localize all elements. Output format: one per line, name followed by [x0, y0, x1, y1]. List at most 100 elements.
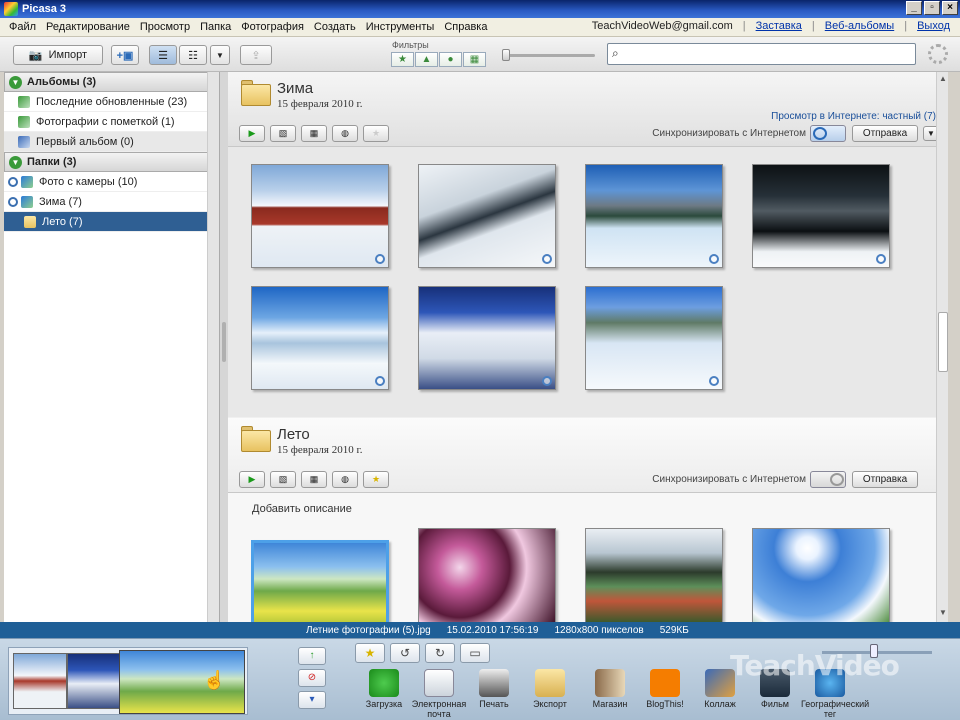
menu-help[interactable]: Справка — [439, 21, 492, 33]
movie-button[interactable]: ▦ — [301, 125, 327, 142]
shop-icon — [595, 669, 625, 697]
filter-slider-track[interactable] — [505, 54, 595, 57]
geotag-button[interactable]: ◍ — [332, 125, 358, 142]
filter-starred-button[interactable]: ★ — [391, 52, 414, 67]
album-label: Первый альбом (0) — [36, 135, 134, 148]
album-title[interactable]: Зима — [277, 80, 313, 97]
photo-thumbnail[interactable] — [418, 286, 556, 390]
email-action[interactable]: Электронная почта — [410, 669, 468, 719]
collage-button[interactable]: ▧ — [270, 125, 296, 142]
photo-thumbnail[interactable] — [585, 528, 723, 622]
menu-create[interactable]: Создать — [309, 21, 361, 33]
search-input[interactable]: ⌕ — [607, 43, 916, 65]
menu-picture[interactable]: Фотография — [236, 21, 309, 33]
tray-photo-thumbnail[interactable] — [67, 653, 121, 709]
menu-separator: | — [811, 20, 815, 32]
tray-photo-thumbnail-hovered[interactable] — [119, 650, 245, 714]
filter-movies-button[interactable]: ▦ — [463, 52, 486, 67]
photo-thumbnail[interactable] — [251, 164, 389, 268]
photo-thumbnail[interactable] — [418, 528, 556, 622]
people-button[interactable]: ⇪ — [240, 45, 272, 65]
movie-button[interactable]: ▦ — [301, 471, 327, 488]
photo-thumbnail[interactable] — [585, 164, 723, 268]
add-to-album-tray-button[interactable]: ▾ — [298, 691, 326, 709]
web-albums-link[interactable]: Веб-альбомы — [825, 20, 894, 32]
list-view-button[interactable]: ☰ — [149, 45, 177, 65]
edit-buttons: ★ ↺ ↻ ▭ — [355, 643, 490, 663]
print-action[interactable]: Печать — [465, 669, 523, 709]
blogthis-action[interactable]: BlogThis! — [636, 669, 694, 709]
add-description-field[interactable]: Добавить описание — [252, 503, 352, 515]
panel-splitter[interactable] — [220, 72, 228, 622]
filter-faces-button[interactable]: ● — [439, 52, 462, 67]
photo-thumbnail[interactable] — [752, 164, 890, 268]
add-to-album-button[interactable]: +▣ — [111, 45, 139, 65]
export-action[interactable]: Экспорт — [521, 669, 579, 709]
folder-winter[interactable]: Зима (7) — [4, 192, 219, 212]
shop-action[interactable]: Магазин — [581, 669, 639, 709]
menu-folder[interactable]: Папка — [195, 21, 236, 33]
detail-view-button[interactable]: ☷ — [179, 45, 207, 65]
clear-button[interactable]: ⊘ — [298, 669, 326, 687]
share-button[interactable]: Отправка — [852, 125, 918, 142]
view-online-link[interactable]: Просмотр в Интернете: частный (7) — [771, 111, 936, 122]
menu-edit[interactable]: Редактирование — [41, 21, 135, 33]
sync-badge-icon — [542, 376, 552, 386]
folder-icon — [241, 80, 271, 106]
photo-thumbnail-selected[interactable] — [251, 540, 389, 622]
zoom-slider-thumb[interactable] — [870, 644, 878, 658]
menu-separator: | — [904, 20, 908, 32]
scrollbar-thumb[interactable] — [938, 312, 948, 372]
view-dropdown-button[interactable]: ▼ — [210, 45, 230, 65]
share-button[interactable]: Отправка — [852, 471, 918, 488]
library-scrollbar[interactable] — [207, 72, 219, 622]
collage-label: Коллаж — [704, 699, 736, 709]
photo-thumbnail[interactable] — [251, 286, 389, 390]
photo-thumbnail[interactable] — [585, 286, 723, 390]
slideshow-play-button[interactable]: ▶ — [239, 471, 265, 488]
menu-file[interactable]: Файл — [4, 21, 41, 33]
folder-camera-photos[interactable]: Фото с камеры (10) — [4, 172, 219, 192]
albums-header-label: Альбомы (3) — [27, 76, 97, 88]
collapse-icon: ▼ — [9, 75, 22, 89]
album-title[interactable]: Лето — [277, 426, 310, 443]
album-recent-updates[interactable]: Последние обновленные (23) — [4, 92, 219, 112]
geotag-button[interactable]: ◍ — [332, 471, 358, 488]
star-photo-button[interactable]: ★ — [355, 643, 385, 663]
albums-section-header[interactable]: ▼ Альбомы (3) — [4, 72, 219, 92]
collage-button[interactable]: ▧ — [270, 471, 296, 488]
sync-toggle[interactable] — [810, 125, 846, 142]
tray-photo-thumbnail[interactable] — [13, 653, 67, 709]
menu-view[interactable]: Просмотр — [135, 21, 195, 33]
menu-tools[interactable]: Инструменты — [361, 21, 440, 33]
splitter-grip[interactable] — [222, 322, 226, 362]
filter-uploaded-button[interactable]: ▲ — [415, 52, 438, 67]
photo-thumbnail[interactable] — [752, 528, 890, 622]
star-button[interactable]: ★ — [363, 125, 389, 142]
library-view-scrollbar[interactable]: ▲ ▼ — [936, 72, 948, 622]
rotate-right-button[interactable]: ↻ — [425, 643, 455, 663]
scroll-down-icon[interactable]: ▼ — [938, 608, 948, 620]
hold-button[interactable]: ↑ — [298, 647, 326, 665]
minimize-button[interactable]: _ — [906, 1, 922, 15]
album-first-album[interactable]: Первый альбом (0) — [4, 132, 219, 152]
photo-thumbnail[interactable] — [418, 164, 556, 268]
sync-badge-icon — [876, 254, 886, 264]
maximize-button[interactable]: ▫ — [924, 1, 940, 15]
folder-summer[interactable]: Лето (7) — [4, 212, 219, 232]
sign-out-link[interactable]: Выход — [917, 20, 950, 32]
close-button[interactable]: × — [942, 1, 958, 15]
screensaver-link[interactable]: Заставка — [756, 20, 802, 32]
sync-toggle[interactable] — [810, 471, 846, 488]
rotate-left-button[interactable]: ↺ — [390, 643, 420, 663]
folders-section-header[interactable]: ▼ Папки (3) — [4, 152, 219, 172]
sync-badge-icon — [375, 376, 385, 386]
filter-slider-thumb[interactable] — [502, 49, 510, 61]
scroll-up-icon[interactable]: ▲ — [938, 74, 948, 86]
import-button[interactable]: 📷 Импорт — [13, 45, 103, 65]
album-starred-photos[interactable]: Фотографии с пометкой (1) — [4, 112, 219, 132]
star-button[interactable]: ★ — [363, 471, 389, 488]
upload-action[interactable]: Загрузка — [355, 669, 413, 709]
slideshow-play-button[interactable]: ▶ — [239, 125, 265, 142]
tag-button[interactable]: ▭ — [460, 643, 490, 663]
